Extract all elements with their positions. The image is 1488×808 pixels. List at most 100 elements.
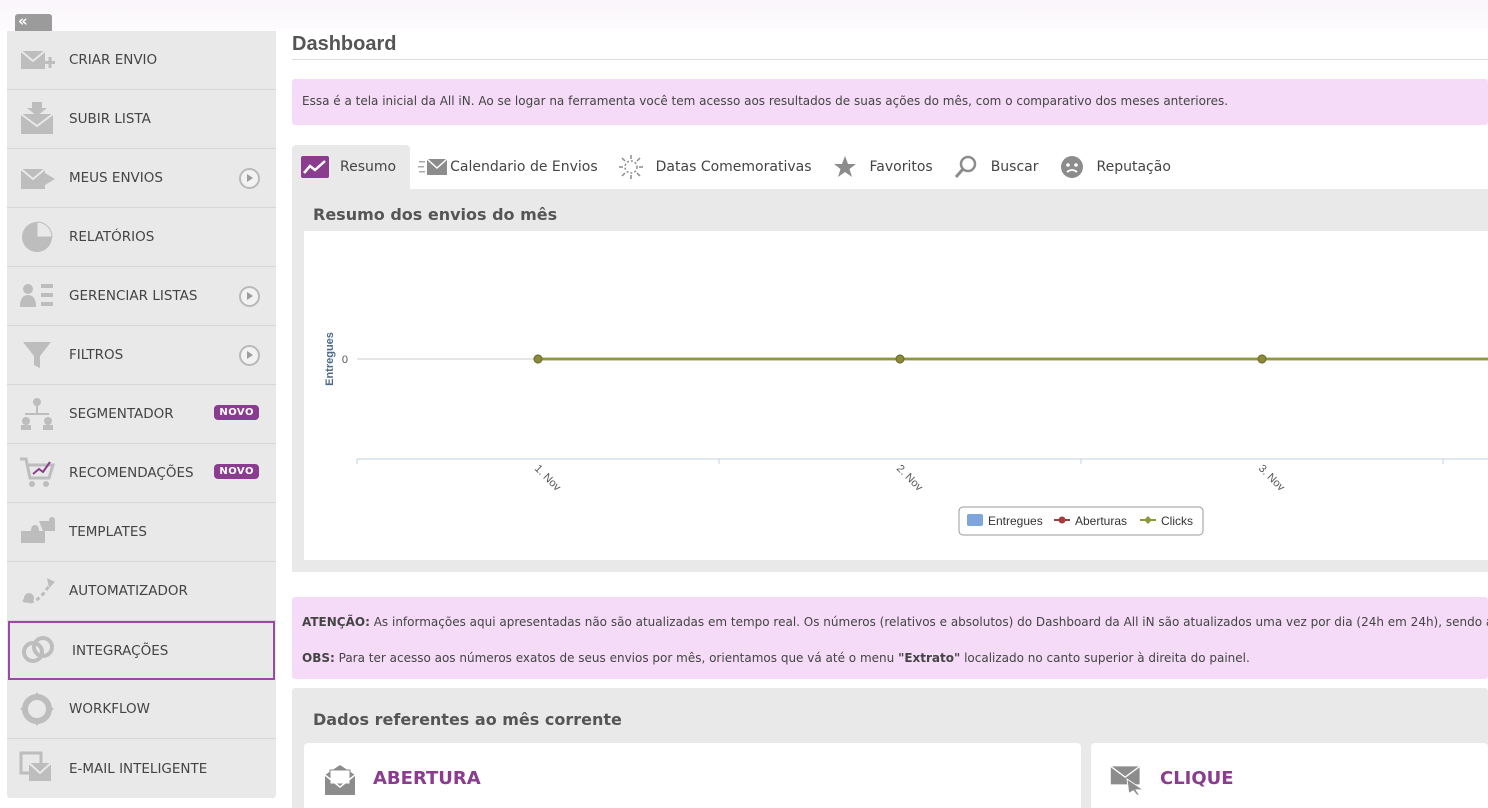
tab-calendario-de-envios[interactable]: Calendario de Envios xyxy=(410,145,608,189)
upload-envelope-icon xyxy=(20,102,54,134)
attention-message: ATENÇÃO: As informações aqui apresentada… xyxy=(292,597,1488,679)
pie-chart-icon xyxy=(22,221,53,252)
sidebar-item-subir-lista[interactable]: SUBIR LISTA xyxy=(7,90,276,149)
card-title: CLIQUE xyxy=(1160,768,1234,789)
cart-icon xyxy=(20,457,55,487)
sidebar-item-segmentador[interactable]: SEGMENTADOR NOVO xyxy=(7,385,276,444)
sidebar-item-label: TEMPLATES xyxy=(69,524,147,540)
sidebar-item-criar-envio[interactable]: CRIAR ENVIO xyxy=(7,31,276,90)
attention-line: ATENÇÃO: As informações aqui apresentada… xyxy=(302,613,1488,631)
abertura-card: ABERTURA xyxy=(304,743,1081,808)
hierarchy-icon xyxy=(21,398,53,430)
tab-label: Reputação xyxy=(1096,159,1171,175)
card-title: ABERTURA xyxy=(373,768,481,789)
legend-label-entregues[interactable]: Entregues xyxy=(988,514,1043,528)
sidebar-item-label: RELATÓRIOS xyxy=(69,229,155,245)
sidebar-item-templates[interactable]: TEMPLATES xyxy=(7,503,276,562)
data-point-clicks[interactable] xyxy=(1257,354,1267,364)
sidebar-item-email-inteligente[interactable]: E-MAIL INTELIGENTE xyxy=(7,739,276,798)
sidebar-item-label: FILTROS xyxy=(69,347,124,363)
legend-swatch-entregues xyxy=(967,514,983,526)
summary-line-chart: Entregues 0 1. Nov 2. Nov 3. Nov Entregues… xyxy=(324,332,1488,536)
star-icon xyxy=(830,154,860,180)
info-message: Essa é a tela inicial da All iN. Ao se l… xyxy=(292,79,1488,125)
obs-line: OBS: Para ter acesso aos números exatos … xyxy=(302,649,1478,667)
dados-panel: Dados referentes ao mês corrente ABERTUR… xyxy=(292,688,1488,808)
sidebar-item-meus-envios[interactable]: MEUS ENVIOS xyxy=(7,149,276,208)
legend-label-aberturas[interactable]: Aberturas xyxy=(1075,514,1127,528)
tab-datas-comemorativas[interactable]: Datas Comemorativas xyxy=(608,145,822,189)
obs-text-end: localizado no canto superior à direita d… xyxy=(964,651,1250,665)
sidebar-item-integracoes[interactable]: INTEGRAÇÕES xyxy=(8,621,275,680)
tab-favoritos[interactable]: Favoritos xyxy=(822,145,943,189)
data-point-clicks[interactable] xyxy=(533,354,543,364)
tab-buscar[interactable]: Buscar xyxy=(943,145,1049,189)
sidebar: CRIAR ENVIO SUBIR LISTA MEUS ENVIOS RELA… xyxy=(7,31,276,798)
sidebar-item-label: AUTOMATIZADOR xyxy=(69,583,188,599)
expand-arrow-icon[interactable] xyxy=(239,286,260,307)
sidebar-item-label: MEUS ENVIOS xyxy=(69,170,163,186)
clique-card: CLIQUE xyxy=(1091,743,1488,808)
chart-legend[interactable]: Entregues Aberturas Clicks xyxy=(958,506,1204,536)
attention-text: As informações aqui apresentadas não são… xyxy=(373,615,1488,629)
panel-title: Resumo dos envios do mês xyxy=(313,205,558,224)
reputation-face-icon xyxy=(1057,154,1087,180)
sidebar-item-relatorios[interactable]: RELATÓRIOS xyxy=(7,208,276,267)
sidebar-item-label: SEGMENTADOR xyxy=(69,406,174,422)
extrato-highlight: "Extrato" xyxy=(898,651,961,665)
sidebar-item-label: E-MAIL INTELIGENTE xyxy=(69,760,208,777)
sidebar-item-filtros[interactable]: FILTROS xyxy=(7,326,276,385)
chart-area: Entregues 0 1. Nov 2. Nov 3. Nov Entregues… xyxy=(304,231,1488,560)
attention-label: ATENÇÃO: xyxy=(302,615,370,629)
page-title: Dashboard xyxy=(292,30,1488,60)
open-envelope-icon xyxy=(324,765,356,795)
obs-label: OBS: xyxy=(302,651,335,665)
envelope-fast-icon xyxy=(418,154,448,180)
data-point-clicks[interactable] xyxy=(895,354,905,364)
sidebar-item-automatizador[interactable]: AUTOMATIZADOR xyxy=(7,562,276,621)
sidebar-item-recomendacoes[interactable]: RECOMENDAÇÕES NOVO xyxy=(7,444,276,503)
send-plus-icon xyxy=(20,50,55,69)
celebration-icon xyxy=(616,154,646,180)
tab-label: Datas Comemorativas xyxy=(655,159,812,175)
list-users-icon xyxy=(20,284,53,307)
magnifier-icon xyxy=(951,154,981,180)
smart-email-icon xyxy=(19,751,52,781)
puzzle-icon xyxy=(21,517,55,543)
click-envelope-icon xyxy=(1110,765,1145,796)
tab-label: Resumo xyxy=(340,159,397,175)
trend-chart-icon xyxy=(300,154,330,180)
legend-marker-aberturas xyxy=(1058,516,1066,524)
x-tick-label: 2. Nov xyxy=(894,463,925,494)
tab-bar: Resumo Calendario de Envios Datas Comemo… xyxy=(292,145,1488,189)
top-bar xyxy=(0,0,1488,30)
tab-label: Buscar xyxy=(990,159,1039,175)
tab-label: Favoritos xyxy=(869,159,933,175)
collapse-sidebar-button[interactable]: « xyxy=(15,14,52,31)
x-tick-label: 1. Nov xyxy=(532,463,563,494)
tab-label: Calendario de Envios xyxy=(450,159,598,175)
main-content: Dashboard Essa é a tela inicial da All i… xyxy=(292,30,1488,808)
new-badge: NOVO xyxy=(214,464,259,479)
funnel-icon xyxy=(23,342,51,368)
sidebar-item-label: GERENCIAR LISTAS xyxy=(69,288,198,304)
sidebar-item-workflow[interactable]: WORKFLOW xyxy=(7,680,276,739)
tab-reputacao[interactable]: Reputação xyxy=(1049,145,1181,189)
tab-resumo[interactable]: Resumo xyxy=(292,145,411,189)
x-tick-label: 3. Nov xyxy=(1256,463,1287,494)
sent-envelope-icon xyxy=(20,168,55,189)
link-icon xyxy=(22,636,54,663)
sidebar-item-label: SUBIR LISTA xyxy=(69,111,151,127)
sidebar-item-label: INTEGRAÇÕES xyxy=(72,642,169,659)
legend-label-clicks[interactable]: Clicks xyxy=(1161,514,1193,528)
y-tick-label: 0 xyxy=(342,354,348,366)
workflow-icon xyxy=(20,692,54,726)
expand-arrow-icon[interactable] xyxy=(239,168,260,189)
sidebar-item-label: WORKFLOW xyxy=(69,701,150,717)
expand-arrow-icon[interactable] xyxy=(239,345,260,366)
panel-title: Dados referentes ao mês corrente xyxy=(313,710,622,729)
sidebar-item-gerenciar-listas[interactable]: GERENCIAR LISTAS xyxy=(7,267,276,326)
sidebar-item-label: RECOMENDAÇÕES xyxy=(69,465,194,481)
automation-icon xyxy=(22,578,55,604)
sidebar-item-label: CRIAR ENVIO xyxy=(69,52,158,68)
